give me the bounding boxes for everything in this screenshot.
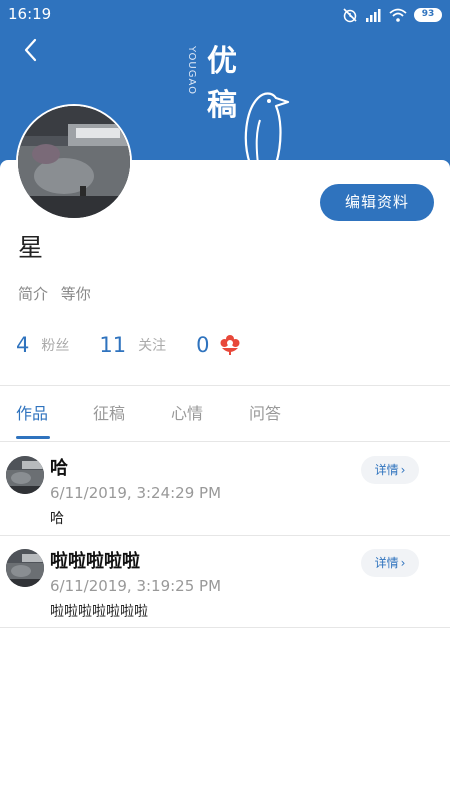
following-count[interactable]: 11 xyxy=(99,333,126,357)
tab-bar: 作品 征稿 心情 问答 xyxy=(0,386,450,440)
signal-icon xyxy=(365,8,382,22)
battery-icon: 93 xyxy=(414,8,442,22)
chevron-right-icon: › xyxy=(400,463,406,477)
brand-logo: YOUGAO 优 稿 xyxy=(186,40,306,168)
fans-label[interactable]: 粉丝 xyxy=(41,335,69,355)
post-avatar xyxy=(6,549,44,587)
tab-works[interactable]: 作品 xyxy=(16,400,48,424)
status-icons: 93 xyxy=(342,6,442,24)
bio: 简介 等你 xyxy=(18,283,99,304)
flower-icon[interactable] xyxy=(219,334,241,356)
nickname: 星 xyxy=(18,233,44,262)
post-avatar xyxy=(6,456,44,494)
chevron-right-icon: › xyxy=(400,556,406,570)
fans-count[interactable]: 4 xyxy=(16,333,29,357)
detail-button[interactable]: 详情 › xyxy=(361,456,419,484)
edit-profile-button[interactable]: 编辑资料 xyxy=(320,184,434,221)
flowers-count[interactable]: 0 xyxy=(196,333,209,357)
alarm-off-icon xyxy=(342,7,358,23)
post-title: 啦啦啦啦啦 xyxy=(50,551,140,572)
tab-mood[interactable]: 心情 xyxy=(171,400,203,424)
penguin-icon xyxy=(244,92,290,164)
post-title: 哈 xyxy=(50,458,68,479)
post-body: 哈 xyxy=(50,511,64,527)
post-time: 6/11/2019, 3:19:25 PM xyxy=(50,577,222,595)
bio-text: 等你 xyxy=(60,285,91,303)
post-time: 6/11/2019, 3:24:29 PM xyxy=(50,484,222,502)
bio-label: 简介 xyxy=(18,285,49,303)
tab-submissions[interactable]: 征稿 xyxy=(93,400,125,424)
detail-label: 详情 xyxy=(374,463,399,477)
detail-button[interactable]: 详情 › xyxy=(361,549,419,577)
wifi-icon xyxy=(389,8,407,22)
following-label[interactable]: 关注 xyxy=(138,335,166,355)
divider xyxy=(0,441,450,442)
status-time: 16:19 xyxy=(8,5,52,23)
detail-label: 详情 xyxy=(374,556,399,570)
back-button[interactable] xyxy=(18,36,46,64)
tab-qa[interactable]: 问答 xyxy=(249,400,281,424)
divider xyxy=(0,627,450,628)
status-bar: 16:19 93 xyxy=(0,0,450,30)
profile-stats: 4 粉丝 11 关注 0 xyxy=(16,330,241,360)
active-tab-indicator xyxy=(16,436,50,439)
post-body: 啦啦啦啦啦啦啦 xyxy=(50,604,148,620)
avatar[interactable] xyxy=(16,104,132,220)
chevron-left-icon xyxy=(24,38,37,62)
brand-char-1: 优 xyxy=(207,44,237,79)
brand-english: YOUGAO xyxy=(186,46,197,96)
divider xyxy=(0,535,450,536)
list-item[interactable]: 啦啦啦啦啦 6/11/2019, 3:19:25 PM 啦啦啦啦啦啦啦 详情 › xyxy=(0,537,450,629)
list-item[interactable]: 哈 6/11/2019, 3:24:29 PM 哈 详情 › xyxy=(0,444,450,536)
